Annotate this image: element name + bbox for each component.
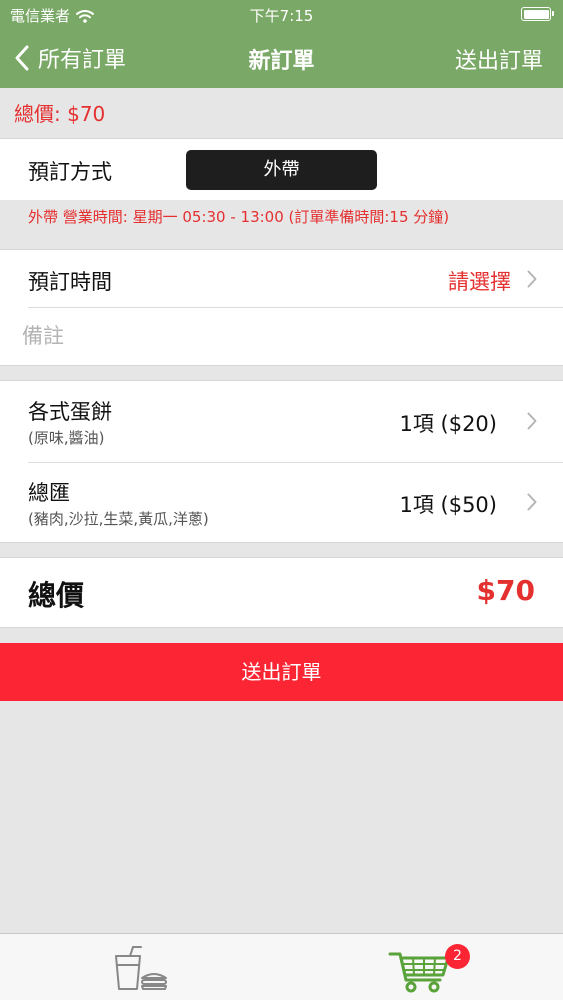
item-name: 各式蛋餅 <box>28 400 112 424</box>
order-time-card: 預訂時間 請選擇 <box>0 249 563 366</box>
order-time-label: 預訂時間 <box>28 270 112 294</box>
order-time-row[interactable]: 預訂時間 請選擇 <box>0 250 563 307</box>
item-quantity-price: 1項 ($20) <box>399 412 497 436</box>
total-banner: 總價: $70 <box>0 88 563 138</box>
order-items-card: 各式蛋餅 (原味,醬油) 1項 ($20) 總匯 (豬肉,沙拉,生菜,黃瓜,洋蔥… <box>0 380 563 543</box>
header: 電信業者 下午7:15 所有訂單 新訂單 送出訂單 <box>0 0 563 88</box>
tab-cart[interactable]: 2 <box>388 942 470 994</box>
order-item-row[interactable]: 各式蛋餅 (原味,醬油) 1項 ($20) <box>0 381 563 462</box>
business-hours-note: 外帶 營業時間: 星期一 05:30 - 13:00 (訂單準備時間:15 分鐘… <box>0 200 563 234</box>
chevron-right-icon <box>527 270 537 288</box>
chevron-right-icon <box>527 412 537 430</box>
notes-input[interactable] <box>22 320 532 352</box>
order-method-label: 預訂方式 <box>28 160 112 184</box>
total-value: $70 <box>476 574 535 607</box>
order-method-row: 預訂方式 外帶 <box>0 138 563 200</box>
order-method-selector[interactable]: 外帶 <box>186 150 377 190</box>
item-name: 總匯 <box>28 481 70 505</box>
order-item-row[interactable]: 總匯 (豬肉,沙拉,生菜,黃瓜,洋蔥) 1項 ($50) <box>0 462 563 543</box>
back-chevron-icon <box>15 45 29 71</box>
tab-bar: 2 <box>0 933 563 1000</box>
nav-bar: 所有訂單 新訂單 送出訂單 <box>0 28 563 88</box>
back-button[interactable]: 所有訂單 <box>14 42 126 74</box>
back-label: 所有訂單 <box>38 48 127 73</box>
nav-submit-button[interactable]: 送出訂單 <box>455 43 543 75</box>
order-total-row: 總價 $70 <box>0 557 563 628</box>
cart-badge: 2 <box>445 944 470 969</box>
status-bar: 電信業者 下午7:15 <box>0 0 563 28</box>
item-options: (豬肉,沙拉,生菜,黃瓜,洋蔥) <box>28 510 209 528</box>
total-label: 總價 <box>28 579 85 612</box>
tab-menu[interactable] <box>108 944 172 992</box>
food-menu-icon <box>115 946 167 990</box>
submit-order-button[interactable]: 送出訂單 <box>0 643 563 701</box>
status-time: 下午7:15 <box>249 7 314 25</box>
divider <box>28 307 563 308</box>
chevron-right-icon <box>527 493 537 511</box>
item-quantity-price: 1項 ($50) <box>399 493 497 517</box>
order-time-value: 請選擇 <box>448 270 511 294</box>
item-options: (原味,醬油) <box>28 429 105 447</box>
battery-icon <box>521 7 554 21</box>
